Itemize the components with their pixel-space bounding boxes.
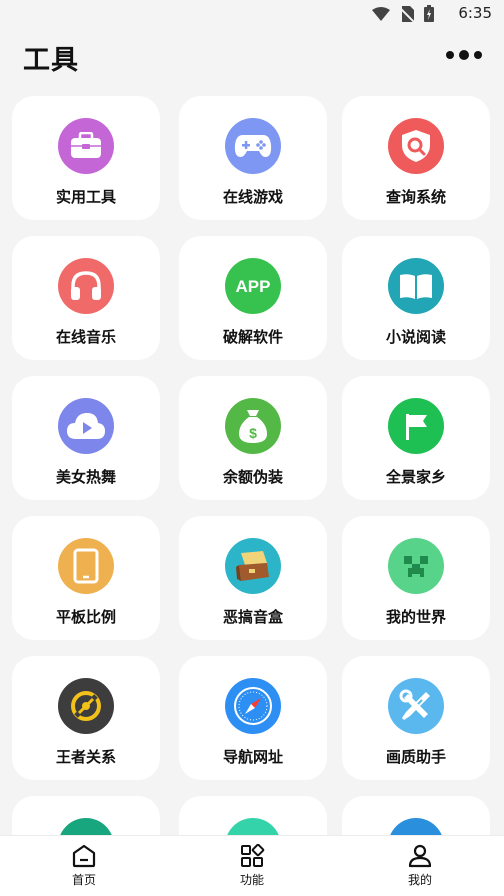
tool-card-practical-tools[interactable]: 实用工具 <box>12 96 160 220</box>
tool-card-online-music[interactable]: 在线音乐 <box>12 236 160 360</box>
gamepad-icon <box>225 118 281 174</box>
app-icon: APP <box>225 258 281 314</box>
tool-card-partial[interactable] <box>342 796 490 836</box>
tool-card-prank-music-box[interactable]: 恶搞音盒 <box>179 516 327 640</box>
battery-icon <box>424 5 434 22</box>
tool-card-balance-disguise[interactable]: $ 余额伪装 <box>179 376 327 500</box>
more-dot <box>474 51 482 59</box>
tool-label: 导航网址 <box>222 748 283 766</box>
home-icon <box>72 844 96 868</box>
partial-icon <box>225 818 281 836</box>
nav-home[interactable]: 首页 <box>0 836 168 896</box>
tool-label: 我的世界 <box>385 608 446 626</box>
status-bar: 6:35 <box>0 0 504 28</box>
tool-label: 画质助手 <box>385 748 446 766</box>
tool-card-dance-videos[interactable]: 美女热舞 <box>12 376 160 500</box>
tool-card-cracked-software[interactable]: APP 破解软件 <box>179 236 327 360</box>
tool-label: 余额伪装 <box>222 468 283 486</box>
shield-search-icon <box>388 118 444 174</box>
page-title: 工具 <box>23 45 79 76</box>
tool-label: 小说阅读 <box>385 328 446 346</box>
tool-label: 破解软件 <box>222 328 283 346</box>
tool-card-query-system[interactable]: 查询系统 <box>342 96 490 220</box>
header: 工具 <box>0 28 504 84</box>
user-icon <box>408 844 432 868</box>
tool-card-partial[interactable] <box>12 796 160 836</box>
nav-label: 功能 <box>239 873 264 887</box>
flag-icon <box>388 398 444 454</box>
nav-mine[interactable]: 我的 <box>336 836 504 896</box>
tool-card-navigation-sites[interactable]: 导航网址 <box>179 656 327 780</box>
tool-card-tablet-ratio[interactable]: 平板比例 <box>12 516 160 640</box>
tool-card-partial[interactable] <box>179 796 327 836</box>
tool-label: 美女热舞 <box>55 468 116 486</box>
partial-icon <box>58 818 114 836</box>
tool-label: 王者关系 <box>55 748 116 766</box>
headphones-icon <box>58 258 114 314</box>
tool-label: 恶搞音盒 <box>222 608 283 626</box>
wrench-screwdriver-icon <box>388 678 444 734</box>
partial-icon <box>388 818 444 836</box>
tool-label: 查询系统 <box>385 188 446 206</box>
svg-text:APP: APP <box>236 277 271 296</box>
tool-card-online-games[interactable]: 在线游戏 <box>179 96 327 220</box>
toolbox-icon <box>58 118 114 174</box>
tool-label: 全景家乡 <box>385 468 446 486</box>
tool-card-panoramic-hometown[interactable]: 全景家乡 <box>342 376 490 500</box>
nav-label: 首页 <box>71 873 96 887</box>
more-button[interactable] <box>446 42 482 68</box>
tool-grid: 实用工具 在线游戏 查询系统 在线音乐 APP 破解软件 小说阅读 美女热舞 $… <box>0 84 504 836</box>
wifi-icon <box>372 6 390 21</box>
tool-label: 在线游戏 <box>222 188 283 206</box>
tool-label: 在线音乐 <box>55 328 116 346</box>
creeper-icon <box>388 538 444 594</box>
nav-label: 我的 <box>407 873 432 887</box>
grid-icon <box>241 844 265 867</box>
tablet-icon <box>58 538 114 594</box>
status-icons <box>372 5 434 22</box>
tool-card-kings-relations[interactable]: 王者关系 <box>12 656 160 780</box>
bottom-nav: 首页 功能 我的 <box>0 835 504 896</box>
book-icon <box>388 258 444 314</box>
tool-label: 实用工具 <box>55 188 116 206</box>
tool-card-graphics-helper[interactable]: 画质助手 <box>342 656 490 780</box>
cloud-play-icon <box>58 398 114 454</box>
money-bag-icon: $ <box>225 398 281 454</box>
svg-text:$: $ <box>249 425 257 441</box>
music-box-icon <box>225 538 281 594</box>
no-sim-icon <box>400 5 414 22</box>
tool-label: 平板比例 <box>55 608 116 626</box>
more-dot <box>446 51 454 59</box>
tool-card-novel-reading[interactable]: 小说阅读 <box>342 236 490 360</box>
nav-functions[interactable]: 功能 <box>168 836 336 896</box>
more-dot <box>459 50 469 60</box>
compass-icon <box>225 678 281 734</box>
tool-card-minecraft[interactable]: 我的世界 <box>342 516 490 640</box>
status-time: 6:35 <box>458 4 492 22</box>
game-emblem-icon <box>58 678 114 734</box>
